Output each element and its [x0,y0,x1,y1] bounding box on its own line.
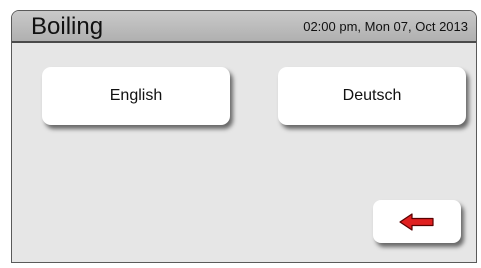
device-screen: Boiling 02:00 pm, Mon 07, Oct 2013 Engli… [11,10,477,263]
deutsch-button[interactable]: Deutsch [278,67,466,125]
page-title: Boiling [31,13,104,40]
deutsch-button-label: Deutsch [342,87,402,104]
left-arrow-icon [399,212,434,231]
english-button-label: English [109,87,163,104]
english-button[interactable]: English [42,67,230,125]
title-bar: Boiling 02:00 pm, Mon 07, Oct 2013 [12,11,476,43]
datetime-display: 02:00 pm, Mon 07, Oct 2013 [303,19,468,34]
back-button[interactable] [373,200,461,243]
